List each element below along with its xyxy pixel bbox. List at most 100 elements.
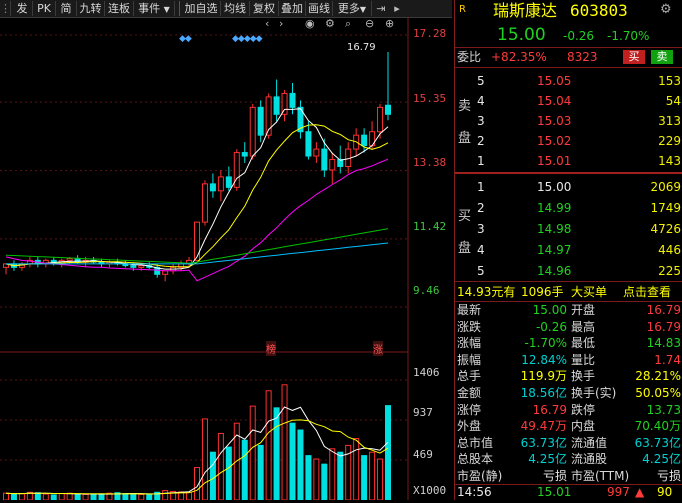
candle-body xyxy=(241,152,248,157)
stat-value: 亏损 xyxy=(542,469,567,483)
stat-row: 振幅 12.84% 量比 1.74 xyxy=(455,352,682,368)
ask-price: 15.05 xyxy=(537,74,572,88)
volume-bar xyxy=(209,451,216,501)
r-badge: R xyxy=(459,4,466,15)
big-order-type: 大买单 xyxy=(571,285,608,299)
exit-icon[interactable]: ⇥ xyxy=(374,1,388,16)
volume-bar xyxy=(82,493,89,501)
bid-price: 14.96 xyxy=(537,264,572,278)
stat-row: 最新 15.00 开盘 16.79 xyxy=(455,302,682,318)
ask-price: 15.04 xyxy=(537,94,572,108)
ask-volume: 229 xyxy=(658,134,681,148)
event-diamond-icons[interactable]: ◆◆◆◆◆ xyxy=(232,34,263,44)
kline-chart[interactable] xyxy=(0,17,452,501)
toolbar-btn-adjust[interactable]: 复权 xyxy=(250,1,279,16)
vol-unit-label: X1000 xyxy=(413,484,447,497)
stat-row: 总手 119.9万 换手 28.21% xyxy=(455,368,682,384)
volume-bar xyxy=(146,494,153,501)
big-order-row[interactable]: 14.93元有 1096手 大买单 点击查看 xyxy=(455,283,682,301)
bid-volume: 2069 xyxy=(650,180,681,194)
ask-row[interactable]: 1 15.01 143 xyxy=(455,152,682,170)
stat-value: 119.9万 xyxy=(520,369,567,384)
toolbar-btn-jiuzhuan[interactable]: 九转 xyxy=(77,1,105,16)
ask-row[interactable]: 5 15.05 153 xyxy=(455,72,682,90)
price-axis-label: 11.42 xyxy=(413,220,447,233)
stat-value: 14.83 xyxy=(646,336,681,351)
dropdown-icon: ▼ xyxy=(359,5,367,14)
candle-body xyxy=(130,265,137,268)
candle-body xyxy=(209,183,216,192)
volume-bar xyxy=(377,458,384,501)
ask-row[interactable]: 2 15.02 229 xyxy=(455,132,682,150)
toolbar-btn-jian[interactable]: 简 xyxy=(56,1,77,16)
weibi-row: 委比 +82.35% 8323 买 卖 xyxy=(455,48,682,66)
stat-row: 总股本 4.25亿 流通股 4.25亿 xyxy=(455,451,682,467)
quote-panel: R 瑞斯康达 603803 ⚙ 15.00 -0.26 -1.70% 委比 +8… xyxy=(454,0,682,500)
volume-bar xyxy=(385,405,391,501)
bang-marker[interactable]: 榜 xyxy=(266,341,276,356)
zhang-marker[interactable]: 涨 xyxy=(373,341,383,356)
bid-row[interactable]: 4 14.97 446 xyxy=(455,241,682,259)
stat-label: 换手 xyxy=(571,369,596,384)
toolbar-btn-fa[interactable]: 发 xyxy=(12,1,33,16)
ask-row[interactable]: 3 15.03 313 xyxy=(455,112,682,130)
volume-bar xyxy=(217,432,224,501)
divider xyxy=(455,281,682,282)
ask-level: 5 xyxy=(477,74,485,88)
stat-label: 最新 xyxy=(457,303,482,317)
ask-row[interactable]: 4 15.04 54 xyxy=(455,92,682,110)
toolbar-btn-pk[interactable]: PK xyxy=(33,1,56,16)
stat-label: 开盘 xyxy=(571,303,596,317)
candle-body xyxy=(225,176,232,188)
toolbar-btn-ma[interactable]: 均线 xyxy=(221,1,250,16)
volume-bar xyxy=(58,493,65,501)
bid-price: 14.98 xyxy=(537,222,572,236)
toolbar-btn-overlay[interactable]: 叠加 xyxy=(279,1,306,16)
divider xyxy=(455,172,682,174)
volume-bar xyxy=(186,491,193,501)
volume-bar xyxy=(10,493,17,501)
candle-body xyxy=(329,159,336,171)
candle-body xyxy=(385,104,391,115)
stat-label: 涨跌 xyxy=(457,319,482,334)
bid-volume: 1749 xyxy=(650,201,681,215)
candle-body xyxy=(194,221,200,261)
sell-button[interactable]: 卖 xyxy=(651,50,673,64)
stat-value: 18.56亿 xyxy=(520,386,567,400)
bid-level: 5 xyxy=(477,264,485,278)
stat-value: 49.47万 xyxy=(520,419,567,434)
shijian-label: 事件 xyxy=(138,2,161,15)
next-icon[interactable]: ▸ xyxy=(390,1,404,16)
ask-price: 15.01 xyxy=(537,154,572,168)
toolbar-divider xyxy=(176,1,180,16)
bid-row[interactable]: 5 14.96 225 xyxy=(455,262,682,280)
big-order-link[interactable]: 点击查看 xyxy=(623,283,671,301)
toolbar-btn-lianban[interactable]: 连板 xyxy=(105,1,134,16)
bid-row[interactable]: 1 15.00 2069 xyxy=(455,178,682,196)
volume-bar xyxy=(265,390,272,501)
settings-icon[interactable]: ⚙ xyxy=(660,2,672,17)
buy-button[interactable]: 买 xyxy=(623,50,645,64)
tick-row: 14:56 15.01 997 ▲ 90 xyxy=(455,483,682,501)
candle-body xyxy=(257,106,264,136)
candle-body xyxy=(201,183,208,223)
weibi-value: +82.35% xyxy=(491,50,547,64)
volume-bar xyxy=(74,493,81,501)
bid-row[interactable]: 3 14.98 4726 xyxy=(455,220,682,238)
chart-toolbar: ⋮ 发 PK 简 九转 连板 事件 ▼ 加自选 均线 复权 叠加 画线 更多▼ … xyxy=(0,0,452,18)
ask-volume: 143 xyxy=(658,154,681,168)
volume-bar xyxy=(289,422,296,501)
toolbar-btn-more[interactable]: 更多▼ xyxy=(333,1,372,16)
stat-label: 总手 xyxy=(457,369,482,384)
toolbar-btn-shijian[interactable]: 事件 ▼ xyxy=(134,1,175,16)
toolbar-btn-add-watchlist[interactable]: 加自选 xyxy=(182,1,221,16)
price-axis-label: 13.38 xyxy=(413,156,447,169)
toolbar-btn-draw[interactable]: 画线 xyxy=(306,1,333,16)
bid-row[interactable]: 2 14.99 1749 xyxy=(455,199,682,217)
event-diamond-icons[interactable]: ◆◆ xyxy=(179,34,192,44)
high-price-label: 16.79 xyxy=(347,42,376,53)
ask-price: 15.02 xyxy=(537,134,572,148)
stat-label: 最高 xyxy=(571,319,596,334)
stat-label: 换手(实) xyxy=(571,386,617,400)
dropdown-icon: ▼ xyxy=(163,5,170,14)
